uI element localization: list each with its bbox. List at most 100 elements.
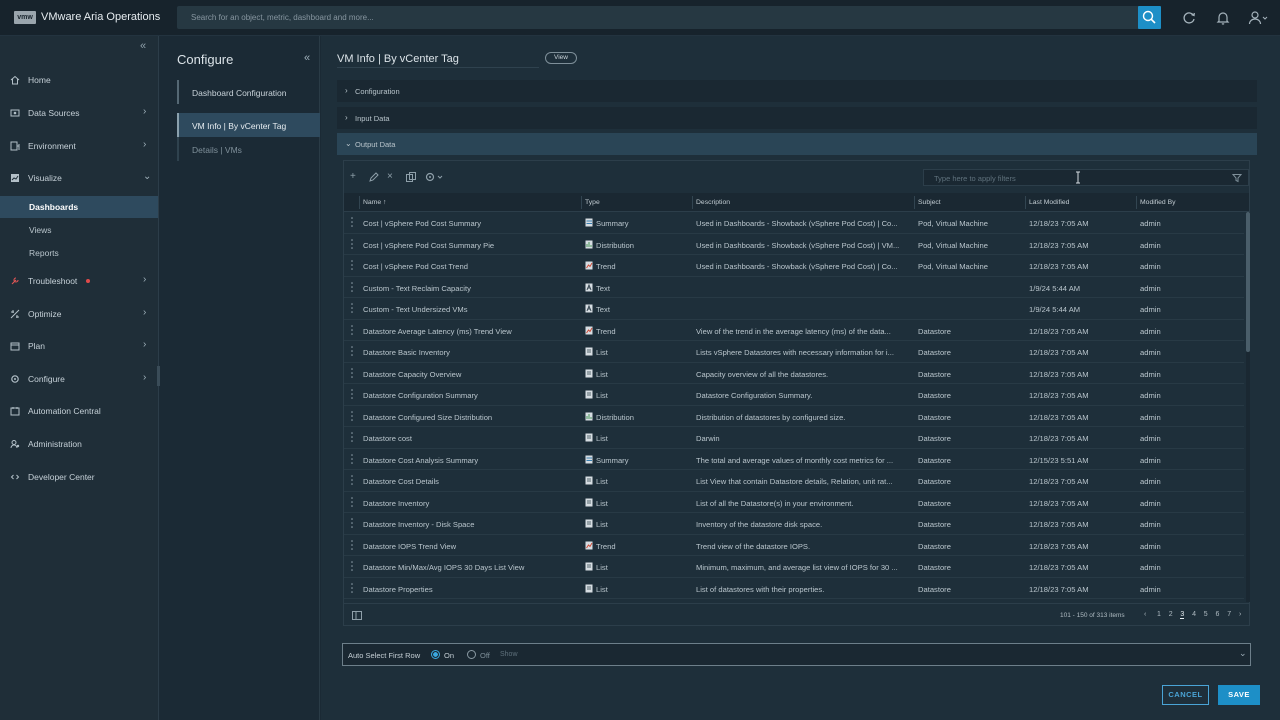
col-header-type[interactable]: Type xyxy=(585,199,600,206)
nav-sub-dashboards[interactable]: Dashboards xyxy=(0,196,158,218)
nav-item-home[interactable]: Home xyxy=(0,69,158,91)
collapse-panel-icon[interactable]: « xyxy=(304,52,310,64)
pagination-page[interactable]: 3 xyxy=(1180,611,1185,619)
column-toggle-icon[interactable] xyxy=(352,611,362,620)
table-row[interactable]: Datastore Configuration Summary List Datas… xyxy=(344,384,1244,406)
gear-dropdown-icon[interactable] xyxy=(424,171,444,183)
nav-item-data-sources[interactable]: Data Sources › xyxy=(0,102,158,124)
nav-item-troubleshoot[interactable]: Troubleshoot › xyxy=(0,270,158,292)
row-menu-icon[interactable] xyxy=(351,217,353,227)
text-icon xyxy=(585,283,593,291)
table-row[interactable]: Datastore Cost Details List List View that… xyxy=(344,470,1244,492)
refresh-icon[interactable] xyxy=(1181,10,1197,26)
cell-modified-by: admin xyxy=(1140,520,1161,529)
row-menu-icon[interactable] xyxy=(351,475,353,485)
table-row[interactable]: Custom - Text Undersized VMs Text 1/9/24 5… xyxy=(344,298,1244,320)
section-configuration[interactable]: › Configuration xyxy=(337,80,1257,102)
table-row[interactable]: Datastore Average Latency (ms) Trend Vie… xyxy=(344,320,1244,341)
grid-scrollbar[interactable] xyxy=(1246,212,1250,602)
radio-off[interactable] xyxy=(467,650,476,659)
bell-icon[interactable] xyxy=(1215,10,1231,26)
view-pill-button[interactable]: View xyxy=(545,52,577,64)
row-menu-icon[interactable] xyxy=(351,260,353,270)
row-menu-icon[interactable] xyxy=(351,496,353,507)
table-row[interactable]: Datastore Inventory - Disk Space List Inve… xyxy=(344,513,1244,535)
cancel-button[interactable]: CANCEL xyxy=(1162,685,1209,705)
table-row[interactable]: Datastore Cost Analysis Summary Summary Th… xyxy=(344,449,1244,470)
table-row[interactable]: Datastore Basic Inventory List Lists vSphe… xyxy=(344,341,1244,363)
col-header-name[interactable]: Name ↑ xyxy=(363,199,386,206)
nav-item-developer-center[interactable]: Developer Center xyxy=(0,466,158,488)
nav-sub-views[interactable]: Views xyxy=(0,219,158,241)
clone-icon[interactable] xyxy=(405,171,417,183)
table-row[interactable]: Custom - Text Reclaim Capacity Text 1/9/24… xyxy=(344,277,1244,298)
chevron-down-icon[interactable]: ⌄ xyxy=(1239,648,1247,659)
nav-item-environment[interactable]: Environment › xyxy=(0,135,158,157)
cell-subject: Datastore xyxy=(918,541,951,551)
col-separator xyxy=(692,196,693,209)
table-row[interactable]: Datastore cost List Darwin Datastore 12/18/2… xyxy=(344,427,1244,449)
delete-icon[interactable]: × xyxy=(387,171,399,183)
cfg-item-dashboard-configuration[interactable]: Dashboard Configuration xyxy=(177,80,320,104)
row-menu-icon[interactable] xyxy=(351,389,353,399)
section-input-data[interactable]: › Input Data xyxy=(337,107,1257,129)
table-row[interactable]: Cost | vSphere Pod Cost Summary Pie Distr… xyxy=(344,234,1244,255)
table-row[interactable]: Datastore Properties List List of datastor… xyxy=(344,578,1244,599)
nav-item-visualize[interactable]: Visualize ⌄ xyxy=(0,167,158,189)
section-output-data[interactable]: ⌄ Output Data xyxy=(337,133,1257,155)
row-menu-icon[interactable] xyxy=(351,432,353,442)
col-header-description[interactable]: Description xyxy=(696,199,730,206)
table-row[interactable]: Datastore Capacity Overview List Capacity … xyxy=(344,363,1244,384)
nav-item-automation-central[interactable]: Automation Central xyxy=(0,400,158,422)
nav-item-optimize[interactable]: Optimize › xyxy=(0,303,158,325)
pagination-page[interactable]: 2 xyxy=(1169,611,1173,618)
save-button[interactable]: SAVE xyxy=(1218,685,1260,705)
col-header-modified-by[interactable]: Modified By xyxy=(1140,199,1176,206)
row-menu-icon[interactable] xyxy=(351,453,353,464)
table-row[interactable]: Datastore Configured Size Distribution Di… xyxy=(344,406,1244,427)
row-menu-icon[interactable] xyxy=(351,582,353,593)
pagination-prev[interactable]: ‹ xyxy=(1144,611,1146,618)
search-button[interactable] xyxy=(1138,6,1161,29)
table-row[interactable]: Datastore Min/Max/Avg IOPS 30 Days List … xyxy=(344,556,1244,578)
row-menu-icon[interactable] xyxy=(351,238,353,249)
row-menu-icon[interactable] xyxy=(351,281,353,292)
col-header-subject[interactable]: Subject xyxy=(918,199,941,206)
grid-filter-input[interactable]: Type here to apply filters xyxy=(923,169,1249,186)
nav-sub-reports[interactable]: Reports xyxy=(0,242,158,264)
col-header-last-modified[interactable]: Last Modified xyxy=(1029,199,1069,206)
global-search-input[interactable]: Search for an object, metric, dashboard … xyxy=(177,6,1161,29)
row-menu-icon[interactable] xyxy=(351,518,353,528)
configure-panel: Configure « Dashboard Configuration VM I… xyxy=(160,36,320,720)
cfg-item-vm-info[interactable]: VM Info | By vCenter Tag xyxy=(177,113,320,137)
pagination-page[interactable]: 1 xyxy=(1157,611,1161,618)
nav-item-administration[interactable]: Administration xyxy=(0,433,158,455)
table-row[interactable]: Cost | vSphere Pod Cost Trend Trend Used i… xyxy=(344,255,1244,277)
row-menu-icon[interactable] xyxy=(351,410,353,421)
pagination-page[interactable]: 5 xyxy=(1204,611,1208,618)
table-row[interactable]: Datastore Inventory List List of all the D… xyxy=(344,492,1244,513)
nav-item-configure[interactable]: Configure › xyxy=(0,368,158,390)
pagination-next[interactable]: › xyxy=(1239,611,1241,618)
row-menu-icon[interactable] xyxy=(351,367,353,378)
pagination-page[interactable]: 4 xyxy=(1192,611,1196,618)
radio-on[interactable] xyxy=(431,650,440,659)
row-menu-icon[interactable] xyxy=(351,539,353,550)
user-icon[interactable] xyxy=(1248,10,1268,26)
pagination-page[interactable]: 7 xyxy=(1227,611,1231,618)
pagination-page[interactable]: 6 xyxy=(1216,611,1220,618)
add-icon[interactable]: + xyxy=(350,171,362,183)
nav-item-plan[interactable]: Plan › xyxy=(0,335,158,357)
filter-icon[interactable] xyxy=(1232,173,1242,183)
scroll-thumb[interactable] xyxy=(1246,212,1250,352)
row-menu-icon[interactable] xyxy=(351,346,353,356)
edit-icon[interactable] xyxy=(368,171,380,183)
cfg-item-details-vms[interactable]: Details | VMs xyxy=(177,137,320,161)
collapse-nav-icon[interactable]: « xyxy=(140,40,146,52)
col-separator xyxy=(914,196,915,209)
row-menu-icon[interactable] xyxy=(351,561,353,571)
row-menu-icon[interactable] xyxy=(351,303,353,313)
table-row[interactable]: Datastore IOPS Trend View Trend Trend view… xyxy=(344,535,1244,556)
table-row[interactable]: Cost | vSphere Pod Cost Summary Summary Us… xyxy=(344,212,1244,234)
row-menu-icon[interactable] xyxy=(351,324,353,335)
